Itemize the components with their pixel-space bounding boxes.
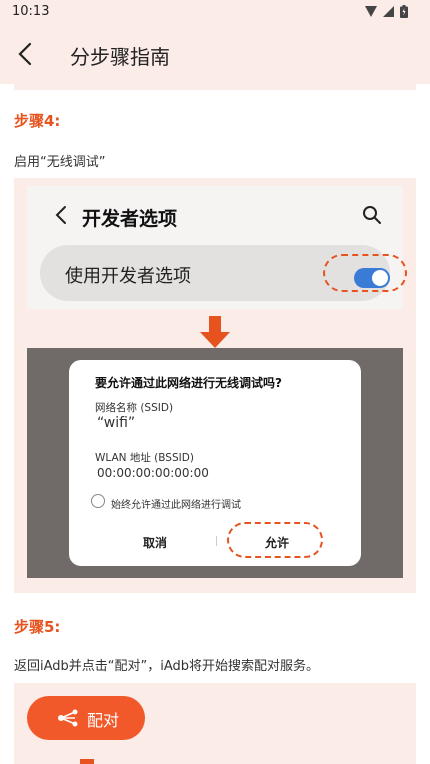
arrow-down-icon bbox=[200, 316, 230, 348]
status-icons bbox=[365, 5, 408, 18]
wireless-debug-dialog: 要允许通过此网络进行无线调试吗? 网络名称 (SSID) “wifi” WLAN… bbox=[69, 360, 361, 566]
allow-button: 允许 bbox=[265, 536, 290, 550]
back-icon bbox=[55, 206, 66, 224]
bssid-value: 00:00:00:00:00:00 bbox=[97, 466, 209, 480]
step4-label: 步骤4: bbox=[14, 112, 61, 130]
dev-options-toggle bbox=[354, 268, 390, 288]
cancel-button: 取消 bbox=[143, 536, 168, 550]
cellular-icon bbox=[383, 6, 394, 17]
dev-options-row: 使用开发者选项 bbox=[40, 245, 407, 301]
previous-card-bottom bbox=[14, 84, 416, 90]
button-divider bbox=[216, 536, 217, 546]
toggle-highlight bbox=[323, 254, 407, 292]
pair-button-label: 配对 bbox=[87, 711, 120, 730]
page-title: 分步骤指南 bbox=[70, 45, 170, 69]
app-header: 分步骤指南 bbox=[0, 24, 430, 84]
dev-options-title: 开发者选项 bbox=[82, 208, 178, 230]
bssid-label: WLAN 地址 (BSSID) bbox=[95, 452, 194, 464]
toggle-knob bbox=[372, 270, 388, 286]
signal-icon bbox=[365, 6, 377, 17]
always-allow-radio bbox=[91, 494, 105, 508]
always-allow-label: 始终允许通过此网络进行调试 bbox=[111, 500, 241, 511]
step5-text: 返回iAdb并点击“配对”，iAdb将开始搜索配对服务。 bbox=[14, 659, 320, 674]
step4-text: 启用“无线调试” bbox=[14, 155, 106, 170]
dialog-title: 要允许通过此网络进行无线调试吗? bbox=[95, 376, 282, 390]
battery-icon bbox=[400, 5, 408, 18]
step5-card: 配对 bbox=[14, 683, 416, 764]
dialog-screenshot: 要允许通过此网络进行无线调试吗? 网络名称 (SSID) “wifi” WLAN… bbox=[27, 348, 403, 578]
arrow-down-icon bbox=[80, 759, 94, 764]
step4-card: 开发者选项 使用开发者选项 要允许通过此网络进行无线调试吗? 网络名称 (SSI… bbox=[14, 178, 416, 593]
status-bar: 10:13 bbox=[0, 0, 430, 24]
share-icon bbox=[58, 709, 78, 727]
search-icon bbox=[363, 206, 381, 224]
dev-options-screenshot: 开发者选项 使用开发者选项 bbox=[27, 186, 407, 309]
network-name-value: “wifi” bbox=[97, 415, 136, 431]
back-icon[interactable] bbox=[14, 40, 38, 68]
status-time: 10:13 bbox=[12, 4, 50, 19]
network-name-label: 网络名称 (SSID) bbox=[95, 402, 174, 414]
use-dev-options-label: 使用开发者选项 bbox=[65, 266, 191, 287]
step5-label: 步骤5: bbox=[14, 618, 61, 636]
pair-button[interactable]: 配对 bbox=[27, 696, 145, 740]
